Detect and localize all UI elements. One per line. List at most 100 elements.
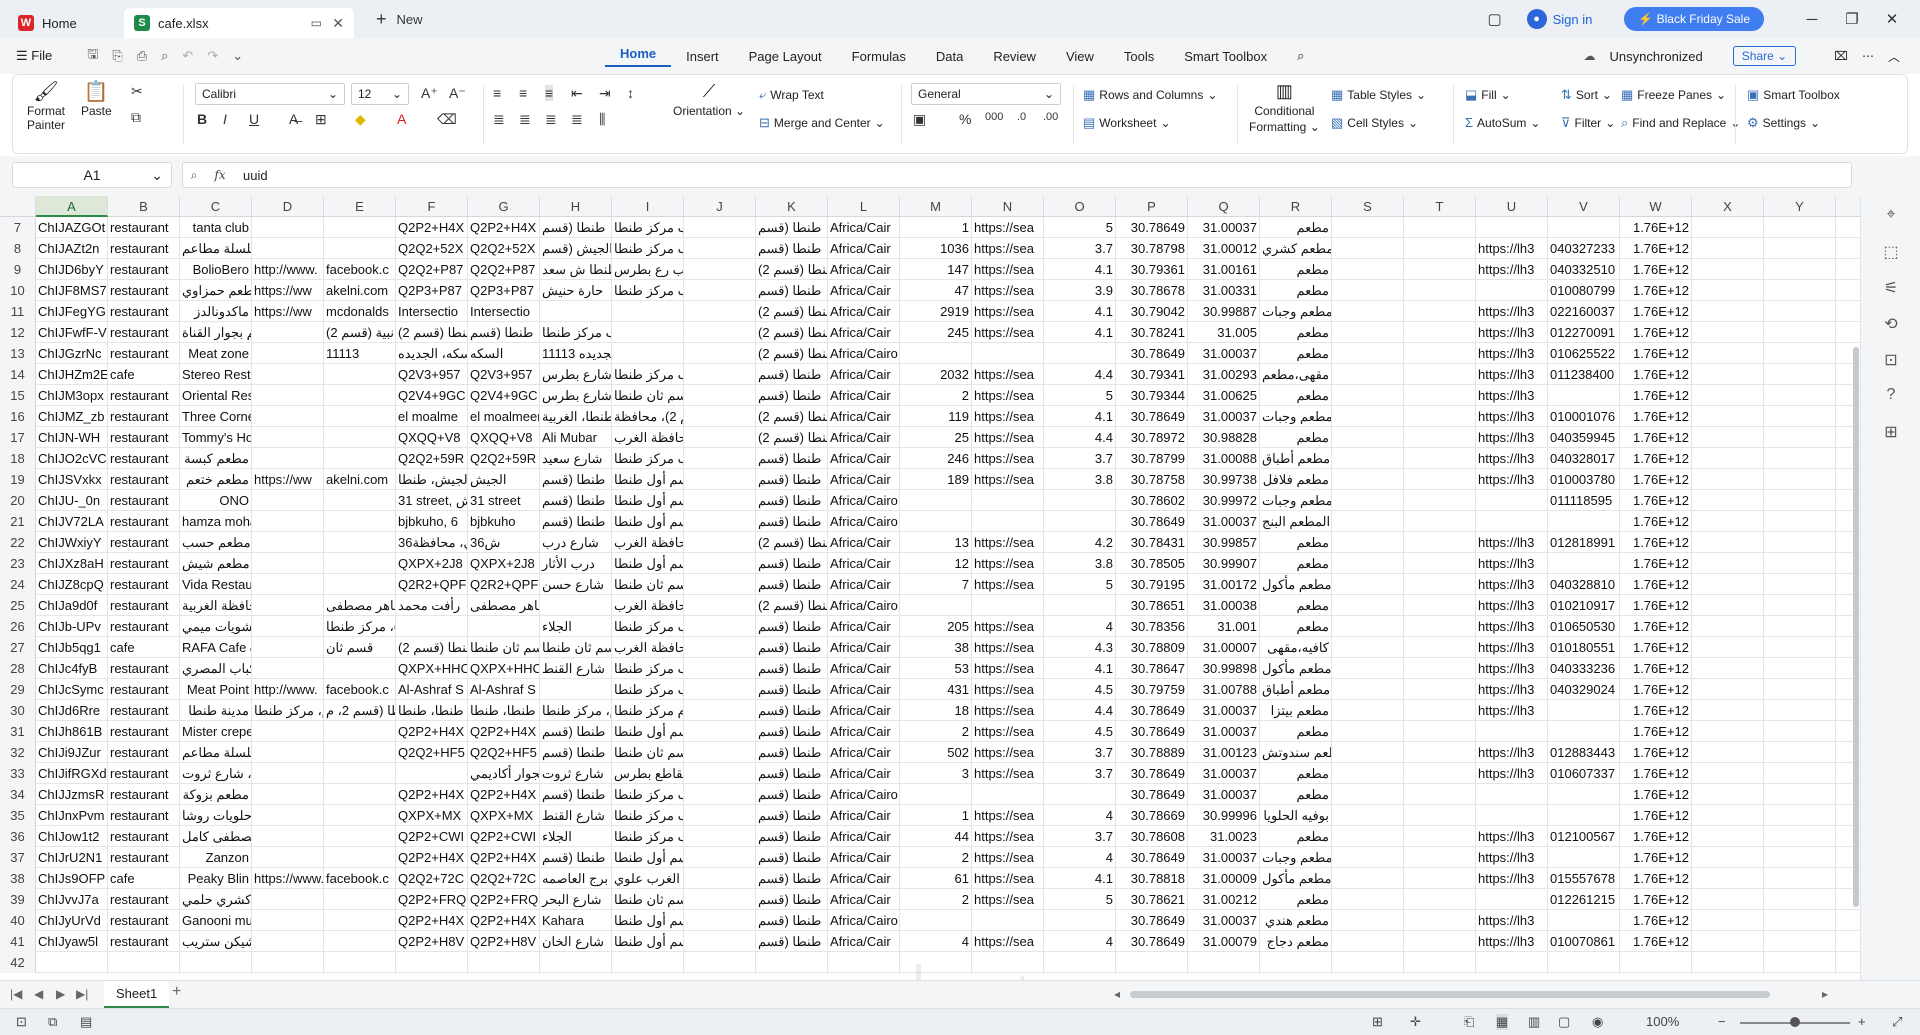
cell[interactable] — [1692, 952, 1764, 973]
settings-button[interactable]: ⚙ Settings ⌄ — [1747, 115, 1820, 131]
cell[interactable]: مطعم — [1260, 217, 1332, 238]
cell[interactable]: ChIJMZ_zb — [36, 406, 108, 427]
cell[interactable]: ChIJyaw5l — [36, 931, 108, 952]
cell[interactable]: https://sea — [972, 700, 1044, 721]
cell[interactable] — [1404, 490, 1476, 511]
cell[interactable]: QXPX+HHC — [396, 658, 468, 679]
cell[interactable]: محافظة الغرب قسم ثان طنطا — [612, 889, 684, 910]
cell[interactable]: مطعم — [1260, 343, 1332, 364]
cell[interactable] — [324, 658, 396, 679]
cell[interactable] — [1404, 868, 1476, 889]
cell[interactable]: cafe — [108, 364, 180, 385]
cell[interactable]: السكه، الجديده — [396, 343, 468, 364]
cell[interactable] — [1764, 721, 1836, 742]
cell[interactable] — [1548, 511, 1620, 532]
cell[interactable]: Q2Q2+59R — [396, 448, 468, 469]
cell[interactable]: 31.00123 — [1188, 742, 1260, 763]
cell[interactable]: 31.00788 — [1188, 679, 1260, 700]
cell[interactable]: Africa/Cair — [828, 280, 900, 301]
cell[interactable]: مطعم ختعم — [180, 469, 252, 490]
cell[interactable]: ChIJb5qg1 — [36, 637, 108, 658]
cell[interactable] — [972, 490, 1044, 511]
cell[interactable]: Africa/Cairo — [828, 343, 900, 364]
rows-columns-button[interactable]: ▦ Rows and Columns ⌄ — [1083, 87, 1217, 103]
cell[interactable]: كشري حلمي — [180, 889, 252, 910]
borders-icon[interactable]: ⊞ — [315, 111, 327, 128]
cell[interactable]: طنطا، طنطا — [396, 700, 468, 721]
cell[interactable] — [1044, 910, 1116, 931]
cell[interactable] — [1692, 847, 1764, 868]
cell[interactable]: 1.76E+12 — [1620, 931, 1692, 952]
cell[interactable]: مطعم كبسة — [180, 448, 252, 469]
cell[interactable]: 1.76E+12 — [1620, 658, 1692, 679]
cell[interactable]: 30.78669 — [1116, 805, 1188, 826]
cell[interactable] — [252, 742, 324, 763]
cell[interactable]: سلسلة مطاعم — [180, 238, 252, 259]
cell[interactable]: https://lh3 — [1476, 364, 1548, 385]
cell[interactable]: 1.76E+12 — [1620, 784, 1692, 805]
cell[interactable]: محافظة الغرب مركز طنطا — [540, 322, 612, 343]
cell[interactable]: سلسلة مطاعم بجوار القناة — [180, 322, 252, 343]
row-number[interactable]: 9 — [0, 259, 36, 280]
cell[interactable]: محافظة الغرب مركز طنطا — [612, 448, 684, 469]
cell[interactable]: 3.7 — [1044, 763, 1116, 784]
cell[interactable]: Africa/Cair — [828, 322, 900, 343]
cell[interactable]: https://sea — [972, 721, 1044, 742]
cell[interactable]: 1.76E+12 — [1620, 490, 1692, 511]
prev-sheet-icon[interactable]: ◀ — [34, 987, 43, 1001]
cell[interactable]: محافظة الغرب علوي — [612, 868, 684, 889]
cell[interactable]: el moalmeen st — [468, 406, 540, 427]
column-header-g[interactable]: G — [468, 196, 540, 217]
cell[interactable]: Africa/Cairo — [828, 784, 900, 805]
cell[interactable] — [684, 280, 756, 301]
cell[interactable]: Q2Q2+P87 — [396, 259, 468, 280]
cell[interactable]: ChIJM3opx — [36, 385, 108, 406]
cell[interactable]: محافظة الغرب — [612, 595, 684, 616]
cell[interactable] — [684, 343, 756, 364]
cell[interactable]: 30.78608 — [1116, 826, 1188, 847]
cell[interactable]: السكه — [468, 343, 540, 364]
cell[interactable]: restaurant — [108, 238, 180, 259]
cell[interactable]: 4.1 — [1044, 322, 1116, 343]
column-header-s[interactable]: S — [1332, 196, 1404, 217]
column-header-a[interactable]: A — [36, 196, 108, 217]
cell[interactable] — [252, 574, 324, 595]
cell[interactable]: https://sea — [972, 553, 1044, 574]
cell[interactable] — [684, 658, 756, 679]
cell[interactable]: https://lh3 — [1476, 532, 1548, 553]
scroll-right-icon[interactable]: ▸ — [1822, 987, 1828, 1001]
cell[interactable]: 31.00007 — [1188, 637, 1260, 658]
cell[interactable]: 30.78678 — [1116, 280, 1188, 301]
cell[interactable] — [1692, 490, 1764, 511]
cell[interactable] — [1332, 532, 1404, 553]
cell[interactable]: https://lh3 — [1476, 868, 1548, 889]
cell[interactable]: 5 — [1044, 574, 1116, 595]
cell[interactable]: تشيكن ستريب — [180, 931, 252, 952]
cell[interactable]: https://lh3 — [1476, 385, 1548, 406]
cell[interactable]: restaurant — [108, 322, 180, 343]
cell[interactable]: الجلاء، طنطا (قسم 2)، مركز طنطا — [324, 616, 396, 637]
cell[interactable] — [1764, 469, 1836, 490]
cell[interactable] — [900, 595, 972, 616]
cell[interactable]: طنطا (قسم — [756, 889, 828, 910]
cell[interactable]: Q2R2+QPF — [396, 574, 468, 595]
minimize-icon[interactable]: ─ — [1792, 11, 1832, 28]
cell[interactable]: 1.76E+12 — [1620, 700, 1692, 721]
cell[interactable] — [1476, 490, 1548, 511]
eye-icon[interactable]: ◉ — [1592, 1014, 1603, 1030]
cell[interactable]: الجلاء — [540, 826, 612, 847]
cell[interactable]: restaurant — [108, 805, 180, 826]
cell[interactable]: ChIJD6byY — [36, 259, 108, 280]
cell[interactable] — [684, 742, 756, 763]
row-number[interactable]: 13 — [0, 343, 36, 364]
cell[interactable]: طنطا (قسم — [756, 763, 828, 784]
cell[interactable]: 431 — [900, 679, 972, 700]
cell[interactable]: طنطا، الغربية — [540, 406, 612, 427]
cell[interactable]: محافظة الغرب مركز طنطا — [612, 616, 684, 637]
cell[interactable] — [1332, 847, 1404, 868]
cell[interactable]: 010625522 — [1548, 343, 1620, 364]
align-middle-icon[interactable]: ≡ — [519, 85, 527, 101]
cell[interactable]: restaurant — [108, 763, 180, 784]
cell[interactable]: Q2V4+9GC — [396, 385, 468, 406]
tab-review[interactable]: Review — [978, 49, 1051, 64]
